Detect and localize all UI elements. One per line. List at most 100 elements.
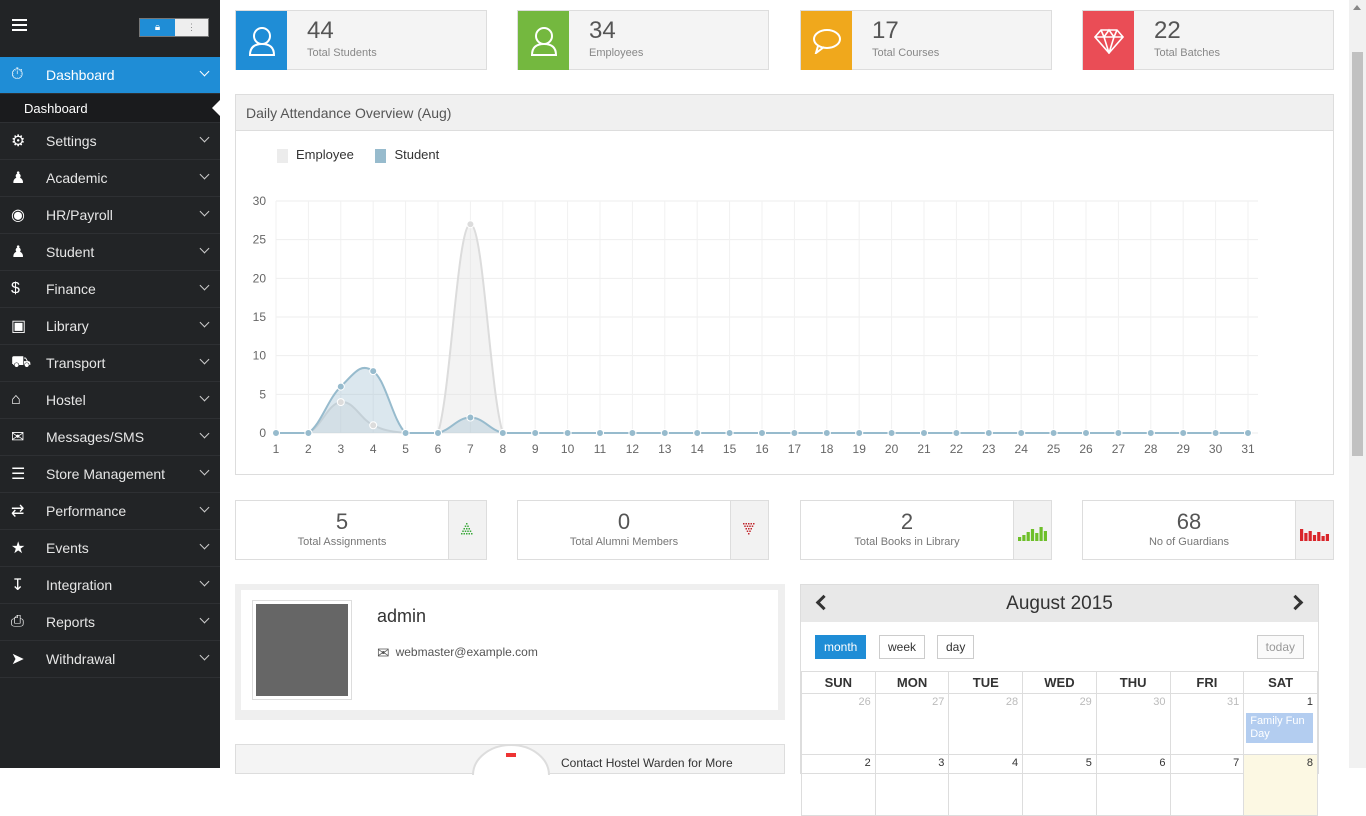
chevron-down-icon — [199, 539, 210, 550]
y-tick-label: 10 — [253, 349, 267, 363]
sidebar-item-settings[interactable]: ⚙ Settings — [0, 123, 220, 160]
calendar-cell[interactable]: 3 — [874, 754, 950, 816]
calendar-event[interactable]: Family Fun Day — [1246, 713, 1313, 743]
sidebar-item-finance[interactable]: $ Finance — [0, 271, 220, 308]
lock-toggle[interactable]: 🔒︎ ⋮ — [139, 18, 209, 37]
stat-label: Total Batches — [1154, 47, 1221, 59]
calendar-cell[interactable]: 5 — [1022, 754, 1097, 816]
calendar-cell[interactable]: 4 — [948, 754, 1024, 816]
sidebar-item-integration[interactable]: ↧ Integration — [0, 567, 220, 604]
sidebar-item-dashboard[interactable]: ⏱ Dashboard — [0, 57, 220, 94]
stat-card-total-batches[interactable]: 22 Total Batches — [1082, 10, 1334, 70]
stat-card-total-courses[interactable]: 17 Total Courses — [800, 10, 1052, 70]
chevron-down-icon — [199, 428, 210, 439]
x-tick-label: 3 — [337, 442, 344, 456]
calendar-cell[interactable]: 29 — [1022, 693, 1097, 755]
stat-card-employees[interactable]: 34 Employees — [517, 10, 769, 70]
dollar-icon: $ — [11, 280, 20, 297]
sidebar-nav: ⏱ Dashboard Dashboard ⚙ Settings ♟ Academic ◉ HR… — [0, 57, 220, 678]
mini-card-no-of-guardians[interactable]: 68 No of Guardians — [1082, 500, 1334, 560]
calendar-cell[interactable]: 8 — [1243, 754, 1318, 816]
calendar-cell[interactable]: 2 — [801, 754, 876, 816]
calendar-cell[interactable]: 26 — [801, 693, 876, 755]
data-point-employee — [369, 421, 378, 430]
sidebar-item-label: Reports — [46, 614, 96, 630]
x-tick-label: 21 — [917, 442, 931, 456]
calendar-title: August 2015 — [1006, 593, 1113, 614]
sidebar-item-reports[interactable]: ⎙ Reports — [0, 604, 220, 641]
sidebar-item-student[interactable]: ♟ Student — [0, 234, 220, 271]
sidebar-header: 🔒︎ ⋮ — [0, 0, 220, 57]
x-tick-label: 28 — [1144, 442, 1158, 456]
user-icon — [236, 11, 287, 70]
book-icon: ▣ — [11, 318, 27, 335]
sidebar-subitem-label: Dashboard — [24, 100, 88, 116]
sidebar-item-performance[interactable]: ⇄ Performance — [0, 493, 220, 530]
calendar-cell[interactable]: 30 — [1095, 693, 1171, 755]
sparkline-icon — [1013, 501, 1051, 559]
calendar-cell[interactable]: 1 Family Fun Day — [1243, 693, 1318, 755]
calendar-cell[interactable]: 6 — [1095, 754, 1171, 816]
mini-value: 0 — [617, 509, 631, 534]
profile-card: admin ✉ webmaster@example.com — [235, 584, 785, 720]
profile-email-text[interactable]: webmaster@example.com — [396, 645, 538, 659]
calendar-date: 7 — [1233, 757, 1240, 769]
sidebar-item-messages-sms[interactable]: ✉ Messages/SMS — [0, 419, 220, 456]
sidebar-item-transport[interactable]: ⛟ Transport — [0, 345, 220, 382]
sidebar-item-store-management[interactable]: ☰ Store Management — [0, 456, 220, 493]
data-point-student — [498, 429, 507, 437]
x-tick-label: 14 — [691, 442, 705, 456]
sidebar-item-label: Academic — [46, 170, 108, 186]
menu-icon[interactable] — [12, 19, 27, 31]
calendar-cell[interactable]: 27 — [874, 693, 950, 755]
mini-card-total-books-in-library[interactable]: 2 Total Books in Library — [800, 500, 1052, 560]
week-button[interactable]: week — [879, 635, 926, 659]
stat-card-total-students[interactable]: 44 Total Students — [235, 10, 487, 70]
scrollbar[interactable] — [1349, 0, 1366, 768]
sidebar-item-label: Events — [46, 540, 89, 556]
calendar-cell[interactable]: 31 — [1169, 693, 1245, 755]
sidebar-subitem-dashboard[interactable]: Dashboard — [0, 94, 220, 123]
calendar-date: 8 — [1306, 757, 1313, 769]
data-point-student — [660, 429, 669, 437]
data-point-student — [1244, 429, 1252, 437]
today-button[interactable]: today — [1256, 635, 1304, 659]
unlock-handle-icon[interactable]: ⋮ — [175, 19, 208, 36]
data-point-student — [531, 429, 540, 437]
x-tick-label: 2 — [305, 442, 312, 456]
sidebar-item-hostel[interactable]: ⌂ Hostel — [0, 382, 220, 419]
sidebar-item-label: Integration — [46, 577, 113, 593]
scrollbar-thumb[interactable] — [1352, 52, 1363, 456]
sidebar-item-hr-payroll[interactable]: ◉ HR/Payroll — [0, 197, 220, 234]
chevron-down-icon — [199, 465, 210, 476]
month-button[interactable]: month — [815, 635, 867, 659]
mini-card-total-alumni-members[interactable]: 0 Total Alumni Members — [517, 500, 769, 560]
mini-card-total-assignments[interactable]: 5 Total Assignments — [235, 500, 487, 560]
scroll-up-icon[interactable] — [1353, 5, 1361, 10]
calendar-cell[interactable]: 7 — [1169, 754, 1245, 816]
mini-label: No of Guardians — [1148, 536, 1230, 548]
y-tick-label: 30 — [253, 194, 267, 208]
calendar-day-header: SAT — [1243, 671, 1318, 694]
calendar-date: 5 — [1085, 757, 1092, 769]
data-point-student — [1211, 429, 1220, 437]
calendar-date: 30 — [1153, 696, 1166, 708]
y-tick-label: 20 — [253, 271, 267, 285]
lock-icon[interactable]: 🔒︎ — [140, 19, 175, 36]
calendar-cell[interactable]: 28 — [948, 693, 1024, 755]
sidebar-item-label: Settings — [46, 133, 97, 149]
chevron-down-icon — [199, 132, 210, 143]
sidebar-item-academic[interactable]: ♟ Academic — [0, 160, 220, 197]
sidebar-item-label: HR/Payroll — [46, 207, 113, 223]
sidebar-item-library[interactable]: ▣ Library — [0, 308, 220, 345]
sidebar-item-withdrawal[interactable]: ➤ Withdrawal — [0, 641, 220, 678]
cogs-icon: ⚙ — [11, 133, 26, 150]
y-tick-label: 5 — [259, 387, 266, 401]
sidebar-item-events[interactable]: ★ Events — [0, 530, 220, 567]
day-button[interactable]: day — [937, 635, 975, 659]
calendar-date: 6 — [1159, 757, 1166, 769]
calendar-date: 26 — [858, 696, 871, 708]
data-point-student — [790, 429, 799, 437]
x-tick-label: 5 — [402, 442, 409, 456]
chevron-down-icon — [199, 391, 210, 402]
